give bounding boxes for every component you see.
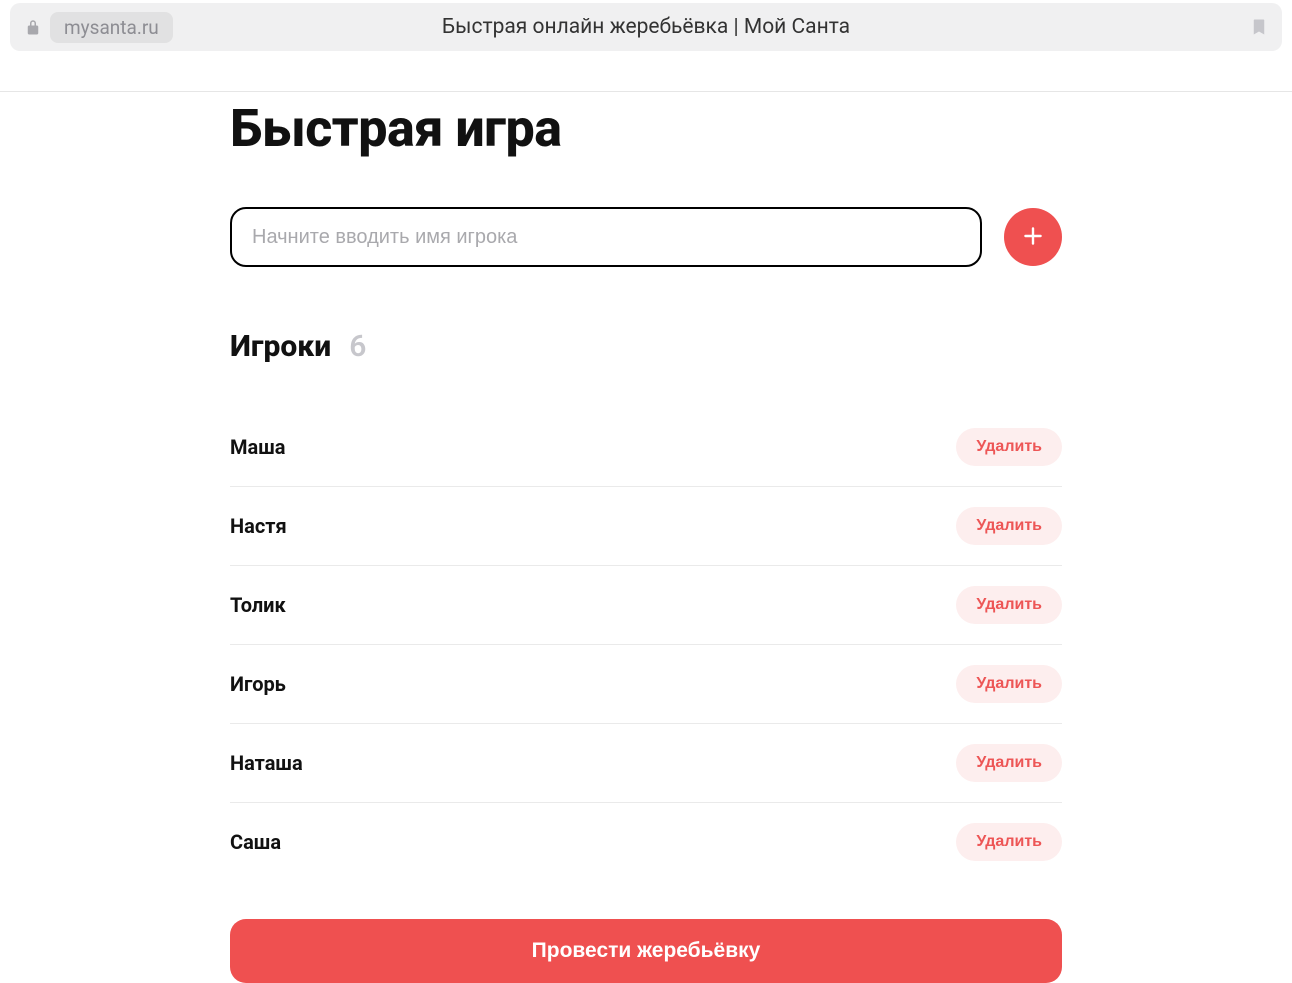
- main-content: Быстрая игра Игроки 6 Маша Удалить Настя Уд…: [230, 92, 1062, 983]
- player-row: Игорь Удалить: [230, 645, 1062, 724]
- player-name: Маша: [230, 435, 285, 459]
- delete-player-button[interactable]: Удалить: [956, 823, 1062, 861]
- add-player-button[interactable]: [1004, 208, 1062, 266]
- url-domain: mysanta.ru: [50, 12, 173, 43]
- player-row: Маша Удалить: [230, 408, 1062, 487]
- add-player-row: [230, 207, 1062, 267]
- players-count: 6: [349, 329, 366, 364]
- delete-player-button[interactable]: Удалить: [956, 428, 1062, 466]
- players-label: Игроки: [230, 329, 331, 364]
- player-row: Саша Удалить: [230, 803, 1062, 881]
- player-name: Толик: [230, 593, 286, 617]
- player-name: Саша: [230, 830, 281, 854]
- player-row: Толик Удалить: [230, 566, 1062, 645]
- run-draw-button[interactable]: Провести жеребьёвку: [230, 919, 1062, 983]
- player-row: Настя Удалить: [230, 487, 1062, 566]
- plus-icon: [1020, 223, 1046, 252]
- bookmark-icon[interactable]: [1250, 16, 1268, 38]
- page-title: Быстрая онлайн жеребьёвка | Мой Санта: [442, 15, 850, 39]
- player-name-input[interactable]: [230, 207, 982, 267]
- players-header: Игроки 6: [230, 329, 1062, 364]
- delete-player-button[interactable]: Удалить: [956, 586, 1062, 624]
- delete-player-button[interactable]: Удалить: [956, 744, 1062, 782]
- players-list: МашаУдалитьНастяУдалитьТоликУдалитьИгорь…: [230, 408, 1062, 881]
- lock-icon: [24, 18, 42, 36]
- player-name: Игорь: [230, 672, 286, 696]
- browser-address-bar[interactable]: mysanta.ru Быстрая онлайн жеребьёвка | М…: [10, 3, 1282, 51]
- player-name: Настя: [230, 514, 287, 538]
- page-heading: Быстрая игра: [230, 98, 1062, 159]
- player-row: Наташа Удалить: [230, 724, 1062, 803]
- delete-player-button[interactable]: Удалить: [956, 665, 1062, 703]
- player-name: Наташа: [230, 751, 303, 775]
- delete-player-button[interactable]: Удалить: [956, 507, 1062, 545]
